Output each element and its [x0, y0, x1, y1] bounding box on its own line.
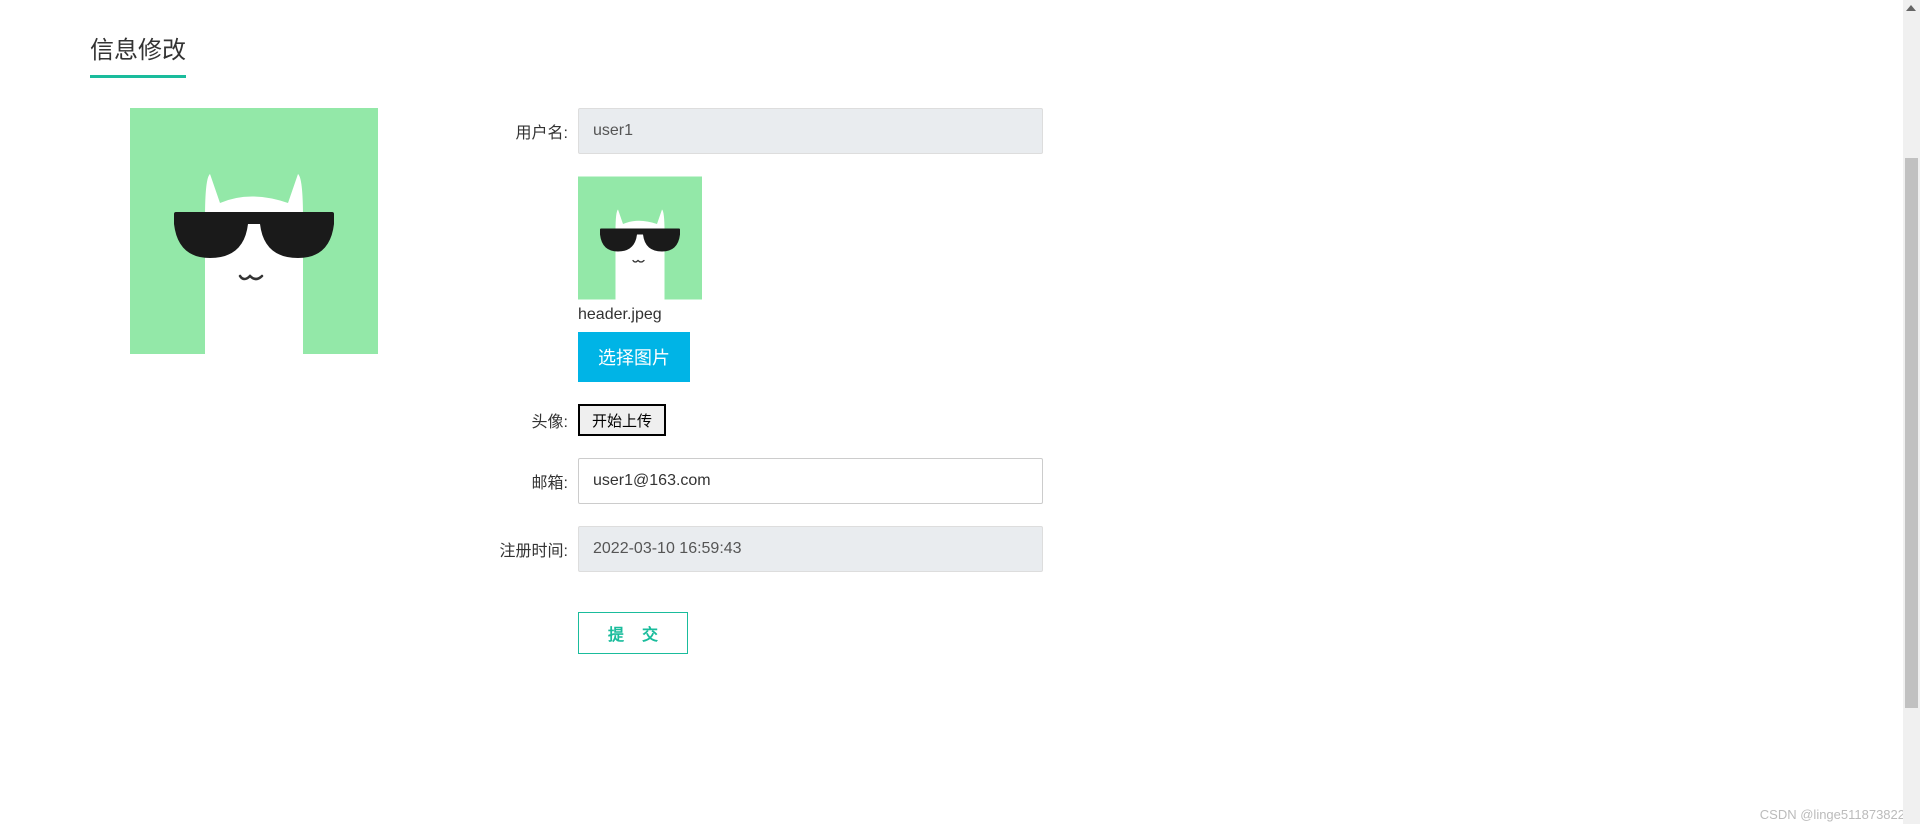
username-label: 用户名: [468, 119, 568, 143]
cat-avatar-icon [130, 108, 378, 354]
right-column: 用户名: header.jpeg 选择图片 [468, 108, 1168, 654]
select-image-button[interactable]: 选择图片 [578, 332, 690, 382]
watermark: CSDN @linge511873822 [1760, 807, 1905, 822]
avatar-preview [578, 176, 702, 300]
scroll-thumb[interactable] [1905, 158, 1918, 708]
email-row: 邮箱: [468, 458, 1168, 504]
register-time-input [578, 526, 1043, 572]
cat-avatar-icon [578, 176, 702, 300]
register-time-row: 注册时间: [468, 526, 1168, 572]
avatar-preview-row: header.jpeg 选择图片 [468, 176, 1168, 382]
scrollbar[interactable] [1903, 0, 1920, 824]
avatar-label-row: 头像: 开始上传 [468, 404, 1168, 436]
page-title: 信息修改 [90, 30, 186, 78]
email-input[interactable] [578, 458, 1043, 504]
username-input [578, 108, 1043, 154]
uploaded-filename: header.jpeg [578, 306, 1043, 324]
left-column [90, 108, 378, 654]
email-label: 邮箱: [468, 469, 568, 493]
start-upload-button[interactable]: 开始上传 [578, 404, 666, 436]
username-row: 用户名: [468, 108, 1168, 154]
avatar-large [130, 108, 378, 354]
avatar-label: 头像: [468, 408, 568, 432]
scroll-up-icon[interactable] [1906, 5, 1916, 11]
register-time-label: 注册时间: [468, 537, 568, 561]
content-wrap: 用户名: header.jpeg 选择图片 [90, 108, 1830, 654]
submit-wrap: 提交 [468, 612, 1168, 654]
submit-button[interactable]: 提交 [578, 612, 688, 654]
